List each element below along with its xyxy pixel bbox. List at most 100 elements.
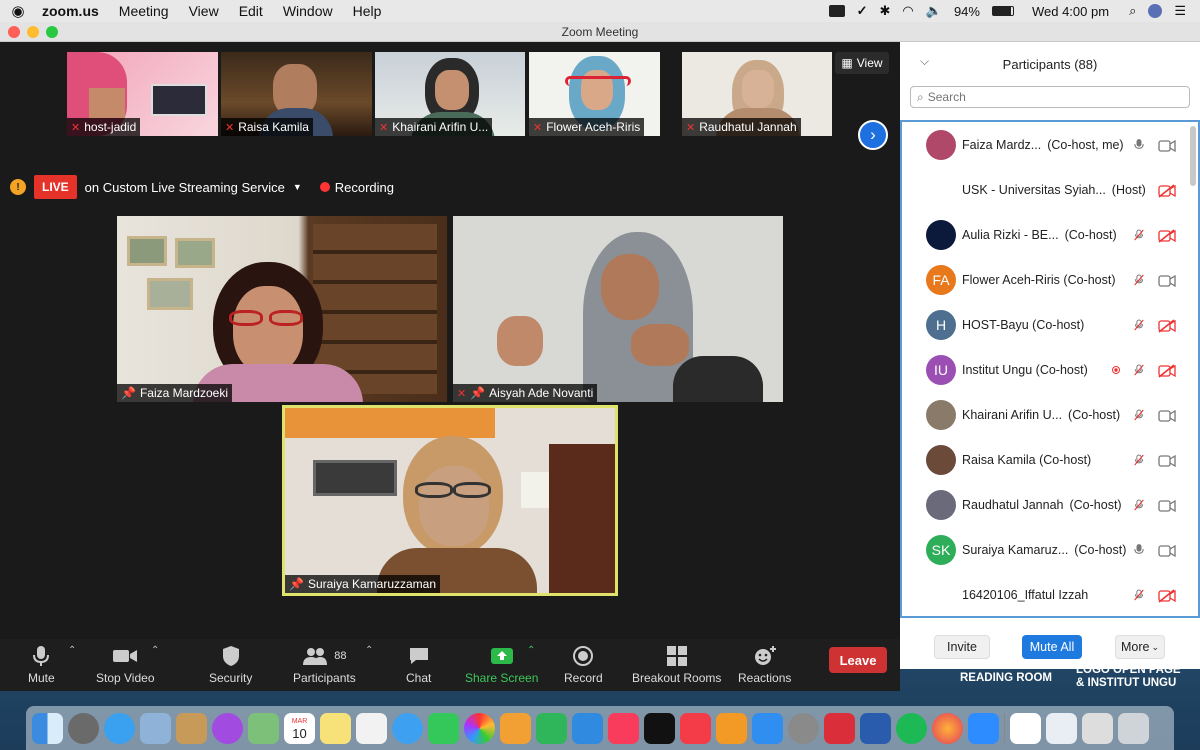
video-tile-suraiya[interactable]: 📌 Suraiya Kamaruzzaman <box>282 405 618 596</box>
video-off-icon[interactable] <box>1158 588 1176 603</box>
search-input[interactable] <box>927 90 1168 104</box>
facetime-icon[interactable] <box>428 712 459 744</box>
clock[interactable]: Wed 4:00 pm <box>1032 4 1109 19</box>
participant-row[interactable]: H HOST-Bayu (Co-host) <box>902 302 1198 347</box>
muted-microphone-icon[interactable] <box>1134 453 1144 467</box>
microphone-icon[interactable] <box>1134 138 1144 152</box>
menu-meeting[interactable]: Meeting <box>109 3 179 19</box>
video-tile-faiza[interactable]: 📌 Faiza Mardzoeki <box>117 216 447 402</box>
bluetooth-icon[interactable]: ✱ <box>880 3 891 19</box>
apple-menu-icon[interactable]: ◉ <box>0 2 36 20</box>
invite-button[interactable]: Invite <box>934 635 990 659</box>
muted-microphone-icon[interactable] <box>1134 408 1144 422</box>
battery-percent[interactable]: 94% <box>954 4 980 19</box>
participant-row[interactable]: Aulia Rizki - BE... (Co-host) <box>902 212 1198 257</box>
numbers-icon[interactable] <box>536 712 567 744</box>
participant-row[interactable]: IU Institut Ungu (Co-host) <box>902 347 1198 392</box>
control-center-icon[interactable]: ☰ <box>1174 3 1186 19</box>
contacts-icon[interactable] <box>176 712 207 744</box>
spotify-icon[interactable] <box>896 712 927 744</box>
mute-options-caret[interactable]: ⌃ <box>68 645 76 656</box>
video-camera-icon[interactable] <box>1158 139 1176 152</box>
video-camera-icon[interactable] <box>1158 454 1176 467</box>
pages-icon[interactable] <box>500 712 531 744</box>
thumb-flower-aceh-riris[interactable]: ✕ Flower Aceh-Riris <box>529 52 660 136</box>
next-page-button[interactable]: › <box>858 120 888 150</box>
wifi-icon[interactable]: ◠ <box>902 3 913 19</box>
mute-all-button[interactable]: Mute All <box>1022 635 1082 659</box>
spotlight-icon[interactable]: ⌕ <box>1129 3 1136 19</box>
leave-button[interactable]: Leave <box>829 647 887 673</box>
menu-window[interactable]: Window <box>273 3 343 19</box>
menu-app-name[interactable]: zoom.us <box>36 3 109 19</box>
live-badge[interactable]: LIVE <box>34 175 77 199</box>
muted-microphone-icon[interactable] <box>1134 273 1144 287</box>
user-icon[interactable] <box>1148 4 1163 18</box>
reactions-button[interactable]: Reactions <box>738 645 791 685</box>
zoom-icon[interactable] <box>968 712 999 744</box>
video-camera-icon[interactable] <box>1158 499 1176 512</box>
messages-icon[interactable] <box>392 712 423 744</box>
news-icon[interactable] <box>680 712 711 744</box>
firefox-icon[interactable] <box>932 712 963 744</box>
thumb-raisa-kamila[interactable]: ✕ Raisa Kamila <box>221 52 372 136</box>
video-camera-icon[interactable] <box>1158 274 1176 287</box>
muted-microphone-icon[interactable] <box>1134 363 1144 377</box>
participant-list[interactable]: Faiza Mardz... (Co-host, me) USK - Univers… <box>900 120 1200 618</box>
thumb-host-jadid[interactable]: ✕ host-jadid <box>67 52 218 136</box>
chevron-down-icon[interactable]: ⌵ <box>920 54 929 69</box>
video-off-icon[interactable] <box>1158 228 1176 243</box>
menu-edit[interactable]: Edit <box>229 3 273 19</box>
video-tile-aisyah[interactable]: ✕ 📌 Aisyah Ade Novanti <box>453 216 783 402</box>
stop-video-button[interactable]: Stop Video <box>96 645 155 685</box>
dashboard-icon[interactable] <box>1082 712 1113 744</box>
zoom-window-button[interactable] <box>46 26 58 38</box>
video-camera-icon[interactable] <box>1158 544 1176 557</box>
preview-icon[interactable] <box>140 712 171 744</box>
battery-icon[interactable] <box>991 6 1014 16</box>
microphone-icon[interactable] <box>1134 543 1144 557</box>
expressvpn-icon[interactable] <box>824 712 855 744</box>
participant-row[interactable]: Faiza Mardz... (Co-host, me) <box>902 122 1198 167</box>
minimize-window-button[interactable] <box>27 26 39 38</box>
word-icon[interactable] <box>860 712 891 744</box>
recording-indicator[interactable]: Recording <box>319 180 394 195</box>
thumb-raudhatul-jannah[interactable]: ✕ Raudhatul Jannah <box>682 52 832 136</box>
video-off-icon[interactable] <box>1158 363 1176 378</box>
muted-microphone-icon[interactable] <box>1134 588 1144 602</box>
participant-row[interactable]: Raudhatul Jannah (Co-host) <box>902 482 1198 527</box>
photos-icon[interactable] <box>464 712 495 744</box>
participant-row[interactable]: 16420106_Iffatul Izzah <box>902 572 1198 616</box>
participant-row[interactable]: USK - Universitas Syiah... (Host) <box>902 167 1198 212</box>
zoom-status-icon[interactable] <box>828 5 845 17</box>
finder-icon[interactable] <box>32 712 63 744</box>
more-button[interactable]: More ⌄ <box>1115 635 1165 659</box>
keynote-icon[interactable] <box>572 712 603 744</box>
trash-icon[interactable] <box>1118 712 1149 744</box>
share-options-caret[interactable]: ⌃ <box>527 645 535 656</box>
thumb-khairani-arifin[interactable]: ✕ Khairani Arifin U... <box>375 52 525 136</box>
muted-microphone-icon[interactable] <box>1134 498 1144 512</box>
tv-icon[interactable] <box>644 712 675 744</box>
video-off-icon[interactable] <box>1158 318 1176 333</box>
app-store-icon[interactable] <box>752 712 783 744</box>
participant-row[interactable]: Khairani Arifin U... (Co-host) <box>902 392 1198 437</box>
security-button[interactable]: Security <box>209 645 252 685</box>
vpn-icon[interactable]: ✓ <box>857 3 868 19</box>
breakout-rooms-button[interactable]: Breakout Rooms <box>632 645 721 685</box>
books-icon[interactable] <box>716 712 747 744</box>
participant-row[interactable]: Raisa Kamila (Co-host) <box>902 437 1198 482</box>
volume-icon[interactable]: 🔈 <box>926 3 942 19</box>
document-icon[interactable] <box>1010 712 1041 744</box>
participants-options-caret[interactable]: ⌃ <box>365 645 373 656</box>
muted-microphone-icon[interactable] <box>1134 228 1144 242</box>
desktop-folder-label[interactable]: READING ROOM <box>960 672 1052 685</box>
reminders-icon[interactable] <box>356 712 387 744</box>
participant-row[interactable]: FA Flower Aceh-Riris (Co-host) <box>902 257 1198 302</box>
view-button[interactable]: ▦ View <box>835 52 889 74</box>
launchpad-icon[interactable] <box>68 712 99 744</box>
record-button[interactable]: Record <box>564 645 603 685</box>
podcasts-icon[interactable] <box>212 712 243 744</box>
video-options-caret[interactable]: ⌃ <box>151 645 159 656</box>
mute-button[interactable]: Mute <box>28 645 55 685</box>
